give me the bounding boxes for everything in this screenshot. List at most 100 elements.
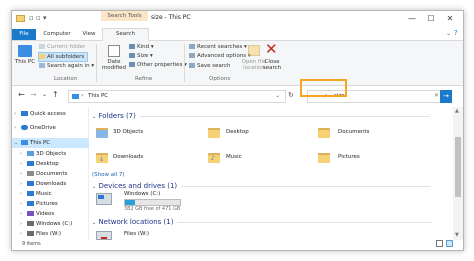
nav-item-videos[interactable]: › Videos	[20, 209, 54, 219]
back-arrow-icon[interactable]: ←	[18, 90, 25, 100]
quick-access-toolbar-icons[interactable]: ▫ ▫ ▾	[29, 14, 46, 22]
close-button[interactable]: ✕	[443, 13, 457, 25]
folder-item-3d-objects[interactable]: 3D Objects	[113, 129, 143, 135]
scrollbar-thumb[interactable]	[455, 137, 461, 197]
current-folder-button[interactable]: Current folder	[39, 43, 85, 51]
other-properties-button[interactable]: Other properties ▾	[129, 61, 187, 69]
details-view-icon[interactable]	[436, 240, 443, 247]
window-title: size - This PC	[151, 14, 191, 21]
folders-section-header[interactable]: ⌄ Folders (7)	[92, 112, 430, 120]
drive-usage-fill	[125, 200, 136, 205]
maximize-button[interactable]: ☐	[424, 13, 438, 25]
all-subfolders-button[interactable]: All subfolders	[38, 52, 89, 62]
windows-logo-icon	[98, 195, 104, 199]
devices-section-header[interactable]: ⌄ Devices and drives (1)	[92, 182, 432, 190]
collapse-chevron-icon[interactable]: ⌄	[92, 220, 96, 226]
drive-item-windows-c[interactable]: Windows (C:)	[124, 191, 160, 197]
star-icon	[21, 111, 28, 116]
scroll-down-arrow-icon[interactable]: ▼	[455, 232, 459, 238]
subfolders-icon	[39, 54, 45, 59]
breadcrumb-this-pc[interactable]: This PC	[88, 93, 108, 99]
size-button[interactable]: Size ▾	[129, 52, 153, 60]
kind-button[interactable]: Kind ▾	[129, 43, 154, 51]
search-highlight-frame	[300, 79, 347, 97]
minimize-button[interactable]: —	[405, 13, 419, 25]
tiles-view-icon[interactable]	[446, 240, 453, 247]
network-section-header[interactable]: ⌄ Network locations (1)	[92, 218, 433, 226]
forward-arrow-icon[interactable]: →	[30, 90, 37, 100]
this-pc-scope-button[interactable]: This PC	[14, 59, 36, 65]
nav-item-desktop[interactable]: › Desktop	[20, 159, 59, 169]
folder-3d-objects-icon	[96, 127, 108, 138]
address-dropdown-chevron-icon[interactable]: ⌄	[275, 92, 280, 99]
nav-item-downloads[interactable]: › Downloads	[20, 179, 66, 189]
recent-searches-button[interactable]: Recent searches ▾	[189, 43, 247, 51]
expand-chevron-icon[interactable]: ›	[20, 169, 27, 179]
collapse-chevron-icon[interactable]: ⌄	[92, 114, 96, 120]
collapse-chevron-icon[interactable]: ⌄	[14, 138, 21, 148]
section-divider	[177, 221, 433, 223]
video-icon	[27, 211, 34, 216]
refresh-icon[interactable]: ↻	[288, 90, 294, 100]
address-bar[interactable]: › This PC ⌄	[68, 90, 286, 103]
scroll-up-arrow-icon[interactable]: ▲	[455, 108, 459, 114]
expand-chevron-icon[interactable]: ›	[20, 199, 27, 209]
date-modified-button[interactable]: Date modified	[100, 59, 128, 71]
help-icon[interactable]: ?	[454, 29, 458, 37]
folder-app-icon	[16, 15, 25, 22]
item-count: 9 items	[22, 241, 41, 247]
ribbon-collapse-chevron-icon[interactable]: ⌄	[446, 30, 451, 37]
expand-chevron-icon[interactable]: ›	[20, 179, 27, 189]
expand-chevron-icon[interactable]: ›	[14, 123, 21, 133]
up-arrow-icon[interactable]: ↑	[52, 90, 59, 100]
this-pc-icon	[18, 45, 32, 57]
save-search-button[interactable]: Save search	[189, 62, 231, 70]
folder-item-pictures[interactable]: Pictures	[338, 154, 360, 160]
size-icon	[129, 53, 135, 58]
expand-chevron-icon[interactable]: ›	[14, 109, 21, 119]
tab-computer[interactable]: Computer	[40, 29, 74, 40]
tab-search[interactable]: Search	[102, 28, 149, 41]
folder-item-desktop[interactable]: Desktop	[226, 129, 249, 135]
tab-view[interactable]: View	[78, 29, 100, 40]
nav-item-music[interactable]: › Music	[20, 189, 52, 199]
search-again-button[interactable]: Search again in ▾	[39, 62, 94, 70]
expand-chevron-icon[interactable]: ›	[20, 149, 27, 159]
expand-chevron-icon[interactable]: ›	[20, 219, 27, 229]
explorer-window: ▫ ▫ ▾ Search Tools size - This PC — ☐ ✕ …	[11, 10, 464, 251]
clear-search-icon[interactable]: ✕	[434, 92, 439, 99]
options-group-label: Options	[209, 76, 231, 82]
folder-item-documents[interactable]: Documents	[338, 129, 369, 135]
section-divider	[139, 115, 430, 117]
expand-chevron-icon[interactable]: ›	[20, 189, 27, 199]
tab-file[interactable]: File	[12, 29, 36, 40]
close-search-button[interactable]: Close search	[262, 59, 282, 71]
recent-locations-chevron-icon[interactable]: ⌄	[42, 90, 47, 100]
nav-item-windows-c[interactable]: › Windows (C:)	[20, 219, 72, 229]
expand-chevron-icon[interactable]: ›	[20, 159, 27, 169]
nav-item-3d-objects[interactable]: › 3D Objects	[20, 149, 66, 159]
pictures-icon	[27, 201, 34, 206]
expand-chevron-icon[interactable]: ›	[20, 229, 27, 239]
nav-item-quick-access[interactable]: › Quick access	[14, 109, 66, 119]
navigation-bar: ← → ⌄ ↑ › This PC ⌄ ↻ ⌕ size ✕ →	[12, 86, 463, 106]
network-drive-icon	[96, 231, 112, 240]
network-item-files-w[interactable]: Files (W:)	[124, 231, 149, 237]
nav-item-documents[interactable]: › Documents	[20, 169, 67, 179]
search-go-button[interactable]: →	[440, 90, 452, 103]
calendar-icon	[108, 45, 120, 57]
nav-item-this-pc[interactable]: ⌄ This PC	[12, 138, 89, 148]
folder-desktop-icon	[208, 127, 220, 138]
nav-item-onedrive[interactable]: › OneDrive	[14, 123, 56, 133]
status-bar: 9 items	[12, 240, 463, 250]
show-all-folders-link[interactable]: (Show all 7)	[92, 172, 125, 178]
ribbon-search: This PC Current folder All subfolders Se…	[12, 41, 463, 86]
nav-item-pictures[interactable]: › Pictures	[20, 199, 58, 209]
desktop-icon	[27, 161, 34, 166]
collapse-chevron-icon[interactable]: ⌄	[92, 184, 96, 190]
folder-item-music[interactable]: Music	[226, 154, 242, 160]
vertical-scrollbar[interactable]: ▲ ▼	[453, 107, 463, 240]
nav-item-files-w[interactable]: › Files (W:)	[20, 229, 61, 239]
folder-item-downloads[interactable]: Downloads	[113, 154, 143, 160]
expand-chevron-icon[interactable]: ›	[20, 209, 27, 219]
